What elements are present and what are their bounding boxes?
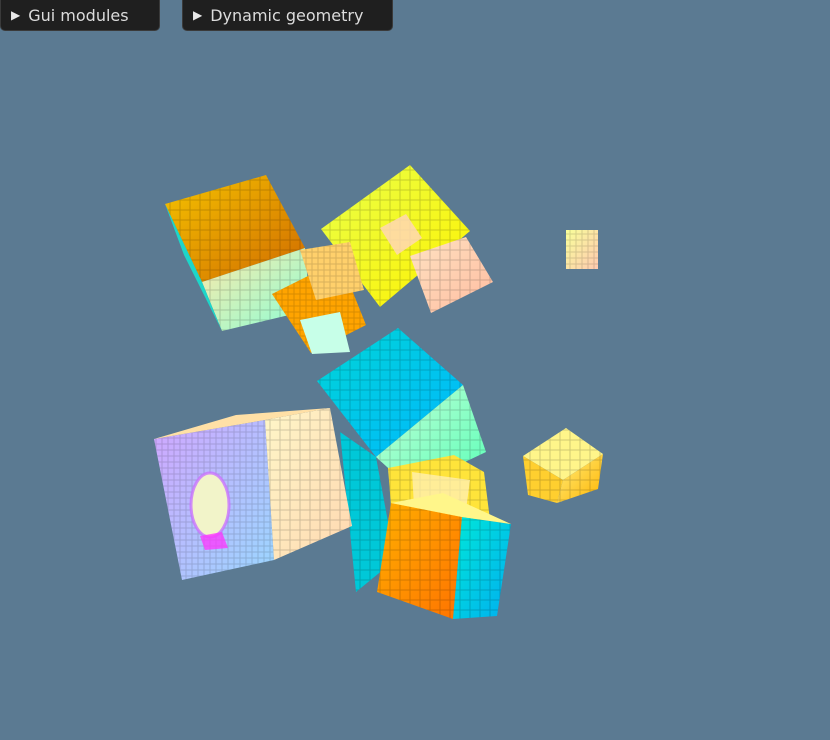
expand-arrow-icon: ▶ [193, 8, 203, 22]
voxel-cube-7 [154, 408, 352, 580]
expand-arrow-icon: ▶ [11, 8, 21, 22]
gui-modules-label: Gui modules [28, 5, 129, 25]
voxel-cube-5 [566, 230, 598, 269]
app-viewport[interactable]: ▶ Gui modules ▶ Dynamic geometry [0, 0, 830, 740]
voxel-cube-8 [523, 428, 603, 503]
dynamic-geometry-label: Dynamic geometry [210, 5, 364, 25]
3d-scene-canvas[interactable] [0, 0, 830, 740]
gui-modules-panel-header[interactable]: ▶ Gui modules [0, 0, 160, 31]
voxel-cube-10 [377, 493, 511, 619]
dynamic-geometry-panel-header[interactable]: ▶ Dynamic geometry [182, 0, 393, 31]
